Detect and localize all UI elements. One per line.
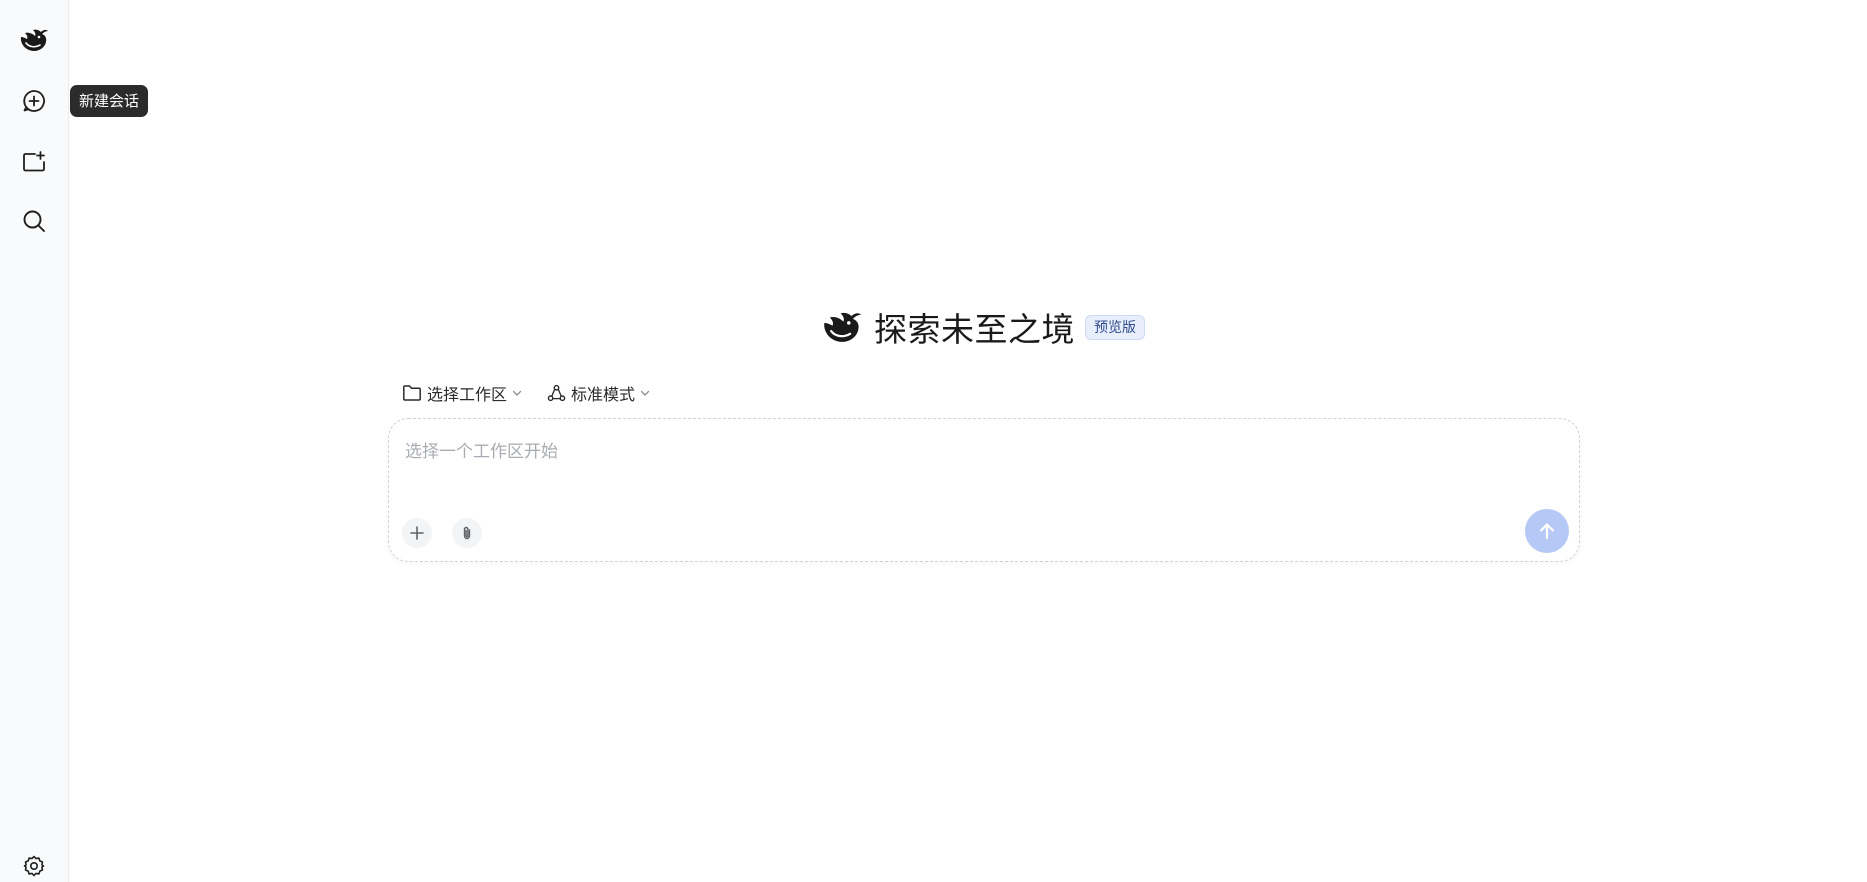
- workspace-selector[interactable]: 选择工作区: [402, 380, 523, 406]
- search-button[interactable]: [14, 201, 54, 241]
- mode-selector-label: 标准模式: [571, 385, 636, 404]
- whale-logo-icon: [824, 312, 861, 342]
- sidebar: [0, 0, 69, 882]
- new-folder-icon: [23, 151, 45, 172]
- attach-button[interactable]: [452, 518, 482, 548]
- add-button[interactable]: [402, 518, 432, 548]
- settings-button[interactable]: [14, 850, 54, 882]
- chevron-down-icon: [640, 390, 650, 396]
- page-title: 探索未至之境: [874, 310, 1075, 349]
- search-icon: [23, 210, 45, 232]
- whale-logo-icon: [20, 29, 48, 51]
- hero-header: 探索未至之境 预览版: [820, 303, 1145, 351]
- new-chat-tooltip: 新建会话: [70, 85, 149, 117]
- mode-icon: [547, 384, 566, 401]
- arrow-up-icon: [1539, 523, 1555, 540]
- preview-badge: 预览版: [1085, 314, 1145, 340]
- new-chat-button[interactable]: [14, 81, 54, 121]
- new-chat-icon: [23, 90, 45, 112]
- message-composer: [388, 418, 1580, 562]
- app-root: 新建会话 探索未至之境 预览版 选择工作区 标准模式 选择一个工作区开始: [0, 0, 1867, 882]
- sidebar-logo-button[interactable]: [14, 20, 54, 60]
- workspace-selector-label: 选择工作区: [427, 385, 508, 404]
- composer-selectors: 选择工作区 标准模式: [402, 380, 675, 406]
- folder-icon: [403, 385, 421, 401]
- send-button[interactable]: [1525, 509, 1569, 553]
- chevron-down-icon: [512, 390, 522, 396]
- plus-icon: [410, 526, 424, 540]
- mode-selector[interactable]: 标准模式: [547, 380, 651, 406]
- gear-icon: [23, 855, 45, 877]
- new-workspace-button[interactable]: [14, 142, 54, 182]
- message-input[interactable]: [405, 437, 1555, 481]
- paperclip-icon: [463, 526, 471, 540]
